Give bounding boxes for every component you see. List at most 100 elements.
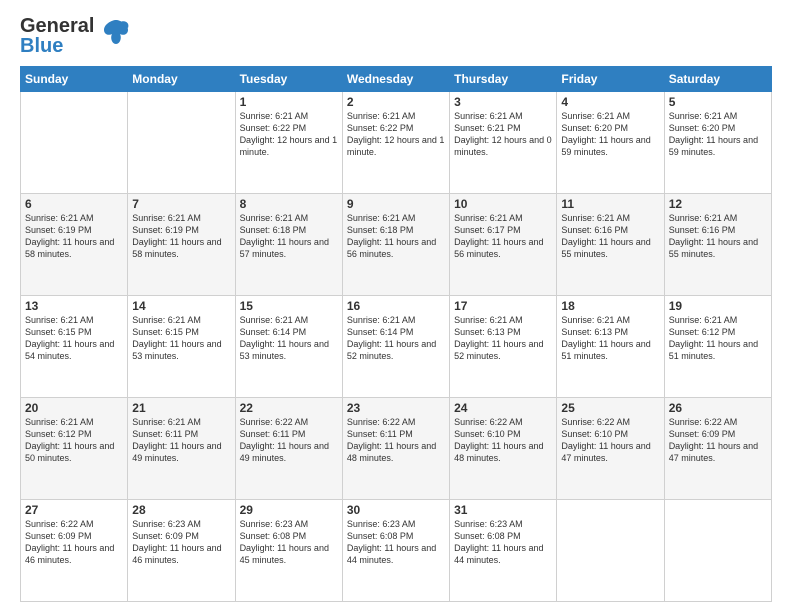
calendar-week-3: 20Sunrise: 6:21 AM Sunset: 6:12 PM Dayli… bbox=[21, 398, 772, 500]
day-number: 25 bbox=[561, 401, 659, 415]
day-info: Sunrise: 6:21 AM Sunset: 6:12 PM Dayligh… bbox=[669, 314, 767, 363]
day-number: 19 bbox=[669, 299, 767, 313]
day-header-thursday: Thursday bbox=[450, 67, 557, 92]
day-number: 8 bbox=[240, 197, 338, 211]
day-number: 16 bbox=[347, 299, 445, 313]
day-number: 23 bbox=[347, 401, 445, 415]
day-number: 7 bbox=[132, 197, 230, 211]
day-info: Sunrise: 6:21 AM Sunset: 6:19 PM Dayligh… bbox=[25, 212, 123, 261]
day-info: Sunrise: 6:21 AM Sunset: 6:13 PM Dayligh… bbox=[561, 314, 659, 363]
header: General Blue bbox=[20, 16, 772, 56]
day-info: Sunrise: 6:22 AM Sunset: 6:09 PM Dayligh… bbox=[669, 416, 767, 465]
day-number: 2 bbox=[347, 95, 445, 109]
day-number: 11 bbox=[561, 197, 659, 211]
calendar-cell: 6Sunrise: 6:21 AM Sunset: 6:19 PM Daylig… bbox=[21, 194, 128, 296]
day-number: 1 bbox=[240, 95, 338, 109]
calendar-cell: 28Sunrise: 6:23 AM Sunset: 6:09 PM Dayli… bbox=[128, 500, 235, 602]
day-info: Sunrise: 6:21 AM Sunset: 6:20 PM Dayligh… bbox=[669, 110, 767, 159]
calendar-week-0: 1Sunrise: 6:21 AM Sunset: 6:22 PM Daylig… bbox=[21, 92, 772, 194]
day-number: 17 bbox=[454, 299, 552, 313]
calendar-cell: 3Sunrise: 6:21 AM Sunset: 6:21 PM Daylig… bbox=[450, 92, 557, 194]
calendar-cell: 21Sunrise: 6:21 AM Sunset: 6:11 PM Dayli… bbox=[128, 398, 235, 500]
day-info: Sunrise: 6:21 AM Sunset: 6:13 PM Dayligh… bbox=[454, 314, 552, 363]
day-info: Sunrise: 6:21 AM Sunset: 6:15 PM Dayligh… bbox=[25, 314, 123, 363]
day-number: 12 bbox=[669, 197, 767, 211]
logo-blue: Blue bbox=[20, 36, 94, 56]
day-number: 14 bbox=[132, 299, 230, 313]
calendar-cell: 19Sunrise: 6:21 AM Sunset: 6:12 PM Dayli… bbox=[664, 296, 771, 398]
day-info: Sunrise: 6:21 AM Sunset: 6:14 PM Dayligh… bbox=[347, 314, 445, 363]
calendar-cell: 2Sunrise: 6:21 AM Sunset: 6:22 PM Daylig… bbox=[342, 92, 449, 194]
day-info: Sunrise: 6:21 AM Sunset: 6:19 PM Dayligh… bbox=[132, 212, 230, 261]
day-header-friday: Friday bbox=[557, 67, 664, 92]
day-info: Sunrise: 6:22 AM Sunset: 6:09 PM Dayligh… bbox=[25, 518, 123, 567]
calendar-cell bbox=[128, 92, 235, 194]
day-info: Sunrise: 6:21 AM Sunset: 6:22 PM Dayligh… bbox=[240, 110, 338, 159]
day-header-sunday: Sunday bbox=[21, 67, 128, 92]
calendar-cell: 16Sunrise: 6:21 AM Sunset: 6:14 PM Dayli… bbox=[342, 296, 449, 398]
calendar-cell: 10Sunrise: 6:21 AM Sunset: 6:17 PM Dayli… bbox=[450, 194, 557, 296]
day-number: 21 bbox=[132, 401, 230, 415]
day-number: 27 bbox=[25, 503, 123, 517]
day-info: Sunrise: 6:21 AM Sunset: 6:18 PM Dayligh… bbox=[347, 212, 445, 261]
calendar-cell: 11Sunrise: 6:21 AM Sunset: 6:16 PM Dayli… bbox=[557, 194, 664, 296]
calendar-cell bbox=[21, 92, 128, 194]
day-number: 22 bbox=[240, 401, 338, 415]
logo-general: General bbox=[20, 16, 94, 36]
day-info: Sunrise: 6:22 AM Sunset: 6:10 PM Dayligh… bbox=[454, 416, 552, 465]
day-number: 3 bbox=[454, 95, 552, 109]
day-info: Sunrise: 6:22 AM Sunset: 6:11 PM Dayligh… bbox=[240, 416, 338, 465]
day-number: 9 bbox=[347, 197, 445, 211]
day-header-tuesday: Tuesday bbox=[235, 67, 342, 92]
day-info: Sunrise: 6:21 AM Sunset: 6:22 PM Dayligh… bbox=[347, 110, 445, 159]
calendar-cell bbox=[664, 500, 771, 602]
calendar-week-2: 13Sunrise: 6:21 AM Sunset: 6:15 PM Dayli… bbox=[21, 296, 772, 398]
day-number: 31 bbox=[454, 503, 552, 517]
day-info: Sunrise: 6:21 AM Sunset: 6:14 PM Dayligh… bbox=[240, 314, 338, 363]
calendar-cell: 5Sunrise: 6:21 AM Sunset: 6:20 PM Daylig… bbox=[664, 92, 771, 194]
day-info: Sunrise: 6:22 AM Sunset: 6:10 PM Dayligh… bbox=[561, 416, 659, 465]
day-number: 18 bbox=[561, 299, 659, 313]
calendar-cell: 24Sunrise: 6:22 AM Sunset: 6:10 PM Dayli… bbox=[450, 398, 557, 500]
day-number: 30 bbox=[347, 503, 445, 517]
day-number: 29 bbox=[240, 503, 338, 517]
day-info: Sunrise: 6:23 AM Sunset: 6:08 PM Dayligh… bbox=[454, 518, 552, 567]
calendar-cell: 29Sunrise: 6:23 AM Sunset: 6:08 PM Dayli… bbox=[235, 500, 342, 602]
calendar-header-row: SundayMondayTuesdayWednesdayThursdayFrid… bbox=[21, 67, 772, 92]
day-number: 5 bbox=[669, 95, 767, 109]
day-info: Sunrise: 6:21 AM Sunset: 6:18 PM Dayligh… bbox=[240, 212, 338, 261]
calendar-week-4: 27Sunrise: 6:22 AM Sunset: 6:09 PM Dayli… bbox=[21, 500, 772, 602]
day-info: Sunrise: 6:23 AM Sunset: 6:08 PM Dayligh… bbox=[240, 518, 338, 567]
day-number: 4 bbox=[561, 95, 659, 109]
day-header-monday: Monday bbox=[128, 67, 235, 92]
calendar-cell: 9Sunrise: 6:21 AM Sunset: 6:18 PM Daylig… bbox=[342, 194, 449, 296]
calendar-cell: 22Sunrise: 6:22 AM Sunset: 6:11 PM Dayli… bbox=[235, 398, 342, 500]
day-info: Sunrise: 6:22 AM Sunset: 6:11 PM Dayligh… bbox=[347, 416, 445, 465]
calendar-cell: 14Sunrise: 6:21 AM Sunset: 6:15 PM Dayli… bbox=[128, 296, 235, 398]
day-number: 20 bbox=[25, 401, 123, 415]
calendar-cell: 12Sunrise: 6:21 AM Sunset: 6:16 PM Dayli… bbox=[664, 194, 771, 296]
calendar-cell: 23Sunrise: 6:22 AM Sunset: 6:11 PM Dayli… bbox=[342, 398, 449, 500]
calendar-cell: 13Sunrise: 6:21 AM Sunset: 6:15 PM Dayli… bbox=[21, 296, 128, 398]
day-info: Sunrise: 6:21 AM Sunset: 6:17 PM Dayligh… bbox=[454, 212, 552, 261]
day-header-saturday: Saturday bbox=[664, 67, 771, 92]
day-info: Sunrise: 6:21 AM Sunset: 6:21 PM Dayligh… bbox=[454, 110, 552, 159]
day-number: 15 bbox=[240, 299, 338, 313]
day-number: 13 bbox=[25, 299, 123, 313]
day-number: 6 bbox=[25, 197, 123, 211]
calendar-cell: 25Sunrise: 6:22 AM Sunset: 6:10 PM Dayli… bbox=[557, 398, 664, 500]
calendar-cell: 15Sunrise: 6:21 AM Sunset: 6:14 PM Dayli… bbox=[235, 296, 342, 398]
day-info: Sunrise: 6:23 AM Sunset: 6:09 PM Dayligh… bbox=[132, 518, 230, 567]
day-number: 26 bbox=[669, 401, 767, 415]
day-number: 10 bbox=[454, 197, 552, 211]
calendar-cell bbox=[557, 500, 664, 602]
day-info: Sunrise: 6:21 AM Sunset: 6:15 PM Dayligh… bbox=[132, 314, 230, 363]
calendar-cell: 30Sunrise: 6:23 AM Sunset: 6:08 PM Dayli… bbox=[342, 500, 449, 602]
calendar-table: SundayMondayTuesdayWednesdayThursdayFrid… bbox=[20, 66, 772, 602]
calendar-cell: 26Sunrise: 6:22 AM Sunset: 6:09 PM Dayli… bbox=[664, 398, 771, 500]
calendar-cell: 4Sunrise: 6:21 AM Sunset: 6:20 PM Daylig… bbox=[557, 92, 664, 194]
logo: General Blue bbox=[20, 16, 132, 56]
page: General Blue SundayMondayTuesdayWednesda… bbox=[0, 0, 792, 612]
calendar-cell: 18Sunrise: 6:21 AM Sunset: 6:13 PM Dayli… bbox=[557, 296, 664, 398]
calendar-cell: 1Sunrise: 6:21 AM Sunset: 6:22 PM Daylig… bbox=[235, 92, 342, 194]
